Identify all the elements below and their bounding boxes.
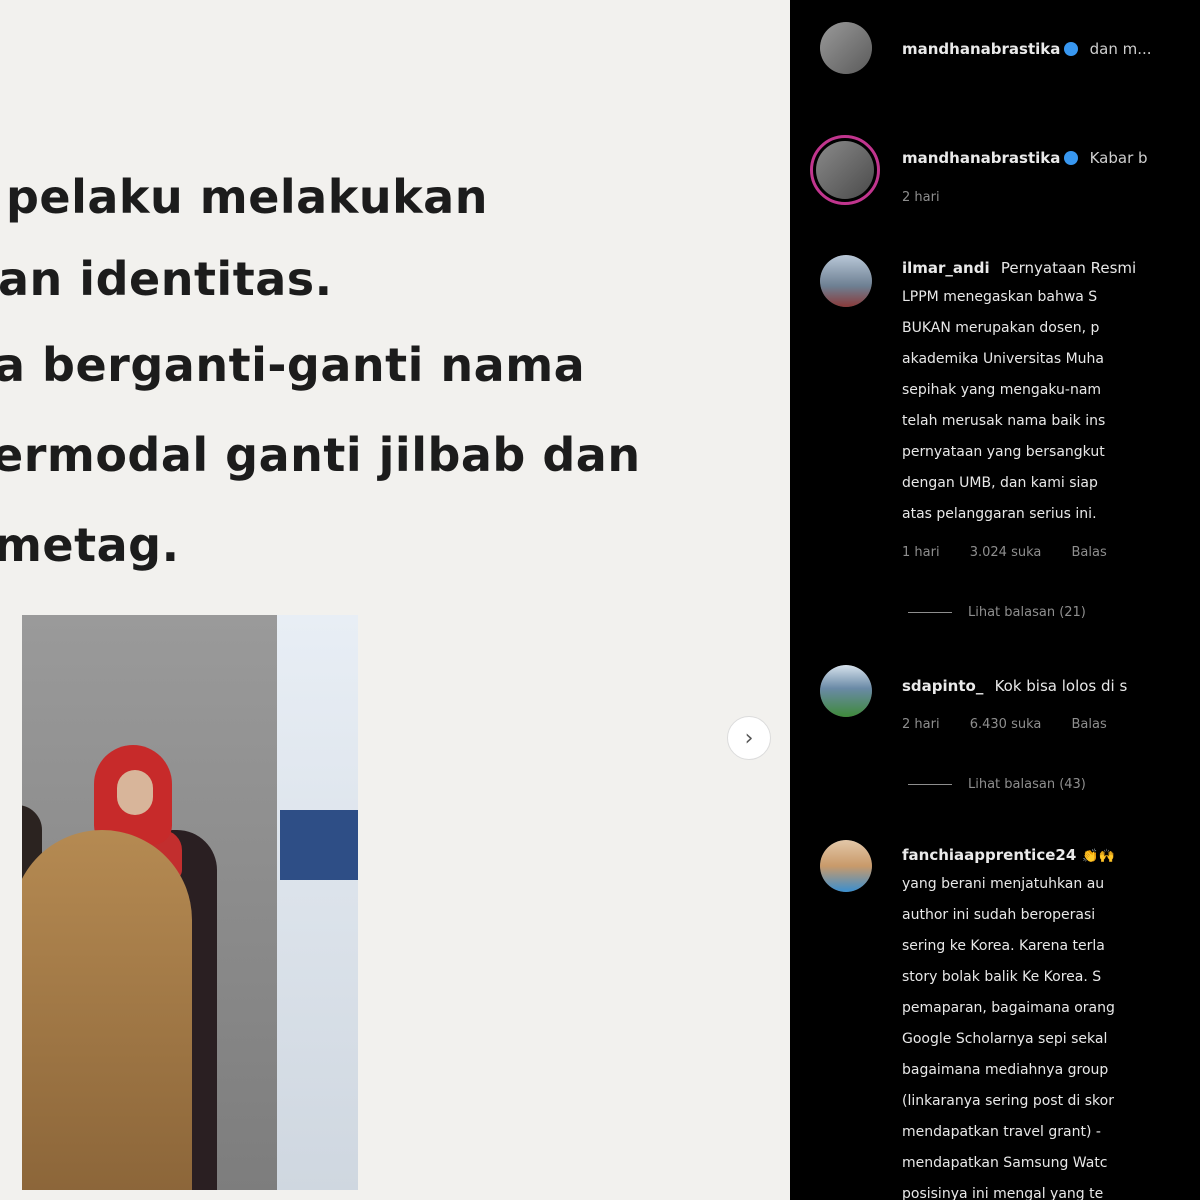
comment-line: dengan UMB, dan kami siap [902,475,1098,491]
comment-text: Pernyataan Resmi [1000,259,1137,277]
post-photo [22,615,358,1190]
comment-line: mendapatkan Samsung Watc [902,1155,1108,1171]
username-text: mandhanabrastika [902,149,1061,167]
comment-line: mendapatkan travel grant) - [902,1124,1101,1140]
reply-button[interactable]: Balas [1072,545,1107,560]
caption-comment: mandhanabrastika Kabar b 2 hari [790,135,1200,215]
comment-line: pemaparan, bagaimana orang [902,1000,1115,1016]
caption-line: pelaku melakukan [6,170,488,224]
avatar[interactable] [820,840,872,892]
username-text: fanchiaapprentice24 [902,846,1077,864]
comment-line: story bolak balik Ke Korea. S [902,969,1102,985]
comment-line: (linkaranya sering post di skor [902,1093,1114,1109]
caption-line: ermodal ganti jilbab dan [0,428,641,482]
comment: sdapinto_ Kok bisa lolos di s 2 hari 6.4… [790,665,1200,805]
header-suffix: dan m... [1089,40,1152,58]
photo-sign [280,810,358,880]
view-replies-button[interactable]: Lihat balasan (43) [908,777,1086,792]
view-replies-label: Lihat balasan (43) [968,777,1086,792]
view-replies-button[interactable]: Lihat balasan (21) [908,605,1086,620]
comment-username[interactable]: ilmar_andi Pernyataan Resmi [902,259,1136,277]
caption-line: metag. [0,518,180,572]
comment-line: atas pelanggaran serius ini. [902,506,1097,522]
comment-line: posisinya ini mengal yang te [902,1186,1104,1200]
caption-username[interactable]: mandhanabrastika Kabar b [902,149,1148,167]
speaker-face [117,770,153,815]
avatar[interactable] [820,22,872,74]
comment-meta: 1 hari 3.024 suka Balas [902,545,1133,560]
replies-divider [908,784,952,785]
comment-text: Kok bisa lolos di s [994,677,1128,695]
comment-likes[interactable]: 6.430 suka [970,717,1042,732]
comment-line: bagaimana mediahnya group [902,1062,1109,1078]
reply-button[interactable]: Balas [1072,717,1107,732]
foreground-person-hijab [22,830,192,1190]
avatar[interactable] [820,665,872,717]
comment-username[interactable]: fanchiaapprentice24 👏🙌 [902,846,1115,864]
username-text: ilmar_andi [902,259,990,277]
replies-divider [908,612,952,613]
header-username[interactable]: mandhanabrastika dan m... [902,40,1152,58]
next-image-button[interactable]: › [727,716,771,760]
post-header: mandhanabrastika dan m... [790,22,1200,82]
verified-icon [1064,41,1079,56]
comment-meta: 2 hari 6.430 suka Balas [902,717,1133,732]
story-avatar[interactable] [810,135,880,205]
comment-line: sering ke Korea. Karena terla [902,938,1105,954]
comment-line: LPPM menegaskan bahwa S [902,289,1098,305]
comment-time: 1 hari [902,545,940,560]
comment-line: BUKAN merupakan dosen, p [902,320,1100,336]
verified-icon [1064,150,1079,165]
comment-line: sepihak yang mengaku-nam [902,382,1102,398]
caption-text: Kabar b [1089,149,1148,167]
comment: ilmar_andi Pernyataan Resmi LPPM menegas… [790,255,1200,635]
comments-panel: mandhanabrastika dan m... mandhanabrasti… [790,0,1200,1200]
comment-line: yang berani menjatuhkan au [902,876,1105,892]
caption-time: 2 hari [902,190,940,205]
comment-line: akademika Universitas Muha [902,351,1105,367]
comment: fanchiaapprentice24 👏🙌 yang berani menjat… [790,840,1200,1200]
username-text: mandhanabrastika [902,40,1061,58]
comment-line: author ini sudah beroperasi [902,907,1096,923]
comment-line: Google Scholarnya sepi sekal [902,1031,1108,1047]
comment-line: pernyataan yang bersangkut [902,444,1105,460]
clap-icon: 👏🙌 [1082,849,1115,864]
username-text: sdapinto_ [902,677,984,695]
comment-username[interactable]: sdapinto_ Kok bisa lolos di s [902,677,1127,695]
view-replies-label: Lihat balasan (21) [968,605,1086,620]
comment-likes[interactable]: 3.024 suka [970,545,1042,560]
caption-line: a berganti-ganti nama [0,338,586,392]
chevron-right-icon: › [744,725,754,751]
comment-line: telah merusak nama baik ins [902,413,1106,429]
post-image: pelaku melakukan an identitas. a bergant… [0,0,790,1200]
avatar[interactable] [820,255,872,307]
caption-line: an identitas. [0,252,333,306]
photo-window [277,615,358,1190]
comment-time: 2 hari [902,717,940,732]
